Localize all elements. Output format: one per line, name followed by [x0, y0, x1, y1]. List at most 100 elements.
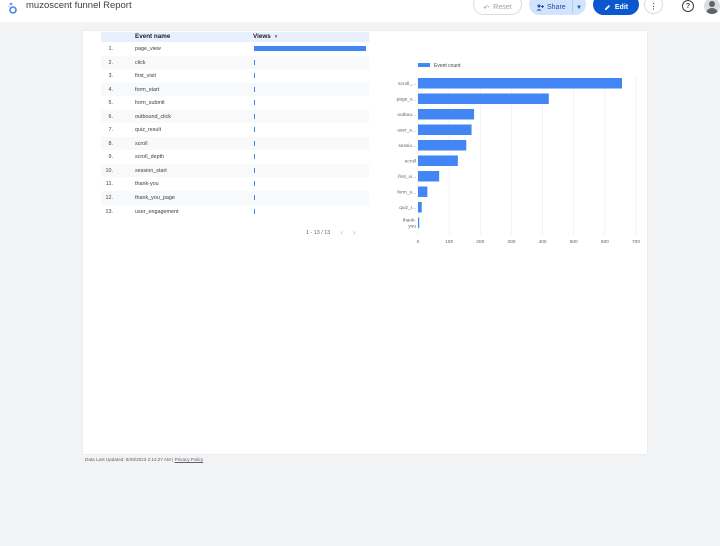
- bar: [418, 171, 440, 182]
- last-updated-text: Data Last Updated: 8/28/2023 2:14:27 AM: [85, 457, 171, 462]
- table-row[interactable]: 3. first_visit: [101, 69, 369, 83]
- category-label: quiz_r...: [399, 205, 416, 211]
- views-bar: [254, 113, 256, 119]
- event-name-cell: outbound_click: [135, 113, 171, 120]
- table-row[interactable]: 6. outbound_click: [101, 109, 369, 124]
- row-index: 12.: [105, 195, 114, 202]
- views-bar: [254, 127, 256, 133]
- x-tick-label: 500: [570, 239, 578, 245]
- bar: [418, 124, 472, 135]
- x-tick-label: 200: [476, 239, 484, 245]
- row-index: 6.: [108, 113, 114, 120]
- privacy-policy-link[interactable]: Privacy Policy: [175, 457, 204, 462]
- row-index: 5.: [108, 100, 114, 107]
- event-name-cell: first_visit: [135, 73, 156, 80]
- row-index: 1.: [108, 46, 114, 52]
- table-row[interactable]: 10. session_start: [101, 163, 369, 178]
- bar: [418, 93, 549, 104]
- table-row[interactable]: 1. page_view: [101, 42, 369, 56]
- share-button[interactable]: Share ▼: [529, 0, 586, 15]
- table-header: Event name Views ▼: [101, 32, 369, 42]
- bar: [418, 78, 622, 89]
- category-label: first_vi...: [398, 174, 416, 180]
- event-name-cell: page_view: [135, 46, 161, 52]
- bar: [418, 140, 467, 151]
- category-label: page_v...: [397, 98, 416, 103]
- sort-descending-icon: ▼: [273, 34, 279, 39]
- views-bar: [254, 154, 256, 160]
- event-name-cell: session_start: [135, 167, 167, 174]
- bar: [418, 186, 428, 197]
- views-bar: [254, 46, 366, 51]
- event-name-cell: form_start: [135, 86, 160, 93]
- legend-swatch: [418, 63, 430, 67]
- event-name-cell: thank_you_page: [135, 195, 175, 202]
- event-name-cell: quiz_result: [135, 127, 162, 134]
- views-bar: [254, 100, 256, 106]
- row-index: 7.: [108, 127, 114, 134]
- row-index: 8.: [108, 140, 114, 147]
- views-bar: [254, 181, 256, 187]
- row-index: 13.: [105, 208, 114, 215]
- category-label: form_s...: [397, 190, 416, 196]
- views-bar: [254, 73, 256, 79]
- previous-page-icon[interactable]: ‹: [340, 229, 343, 237]
- chart-svg: Event count 0 100 200 300 400 500 600 700 scroll_…: [397, 63, 640, 245]
- next-page-icon[interactable]: ›: [353, 229, 356, 237]
- table-row[interactable]: 11. thank-you: [101, 177, 369, 191]
- event-name-cell: click: [135, 59, 146, 66]
- table-row[interactable]: 4. form_start: [101, 82, 369, 97]
- x-tick-label: 600: [601, 239, 609, 245]
- views-bar: [254, 208, 256, 214]
- bar: [418, 217, 420, 228]
- row-index: 11.: [105, 181, 113, 188]
- add-person-icon: [536, 4, 544, 11]
- event-name-cell: scroll: [135, 140, 148, 147]
- views-bar: [254, 140, 256, 146]
- table-row[interactable]: 8. scroll: [101, 136, 369, 151]
- event-name-cell: user_engagement: [135, 208, 179, 215]
- row-index: 2.: [108, 59, 114, 66]
- x-tick-label: 700: [632, 239, 640, 245]
- views-bar: [254, 167, 256, 173]
- x-tick-label: 400: [539, 239, 547, 245]
- category-label: sessio...: [398, 143, 416, 149]
- row-index: 10.: [105, 167, 114, 174]
- column-header-event-name[interactable]: Event name: [135, 33, 170, 40]
- views-bar: [254, 195, 256, 201]
- row-index: 9.: [108, 154, 114, 161]
- table-body: 1. page_view 2. click 3. first_visit 4. form_st…: [101, 42, 369, 218]
- views-bar: [254, 59, 256, 65]
- event-name-cell: scroll_depth: [135, 154, 165, 161]
- pagination: 1 - 13 / 13 ‹ ›: [306, 229, 356, 237]
- event-name-cell: thank-you: [135, 181, 159, 188]
- table-row[interactable]: 12. thank_you_page: [101, 191, 369, 205]
- event-count-bar-chart: Event count 0 100 200 300 400 500 600 700 scroll_…: [383, 56, 647, 256]
- report-title[interactable]: muzoscent funnel Report: [26, 0, 132, 12]
- edit-button[interactable]: Edit: [593, 0, 639, 15]
- event-name-cell: form_submit: [135, 100, 165, 107]
- x-tick-label: 100: [445, 239, 453, 245]
- share-dropdown-chevron-icon[interactable]: ▼: [576, 5, 582, 11]
- category-label: user_e...: [397, 128, 416, 134]
- category-label: outbou...: [397, 112, 416, 118]
- events-table: Event name Views ▼ 1. page_view 2. click 3. fi…: [101, 32, 369, 218]
- legend-label: Event count: [434, 63, 461, 69]
- table-row[interactable]: 5. form_submit: [101, 96, 369, 110]
- table-row[interactable]: 9. scroll_depth: [101, 150, 369, 164]
- more-options-icon[interactable]: ⋮: [644, 0, 663, 14]
- help-icon[interactable]: ?: [682, 0, 694, 12]
- x-tick-label: 300: [507, 239, 515, 245]
- category-label: thank-: [403, 218, 417, 224]
- table-row[interactable]: 13. user_engagement: [101, 205, 369, 219]
- looker-studio-logo-icon: [8, 2, 17, 14]
- bar: [418, 202, 422, 213]
- column-header-views[interactable]: Views ▼: [253, 33, 278, 40]
- table-row[interactable]: 2. click: [101, 55, 369, 70]
- reset-button[interactable]: ↶ Reset: [473, 0, 522, 15]
- bar: [418, 155, 458, 166]
- avatar[interactable]: [704, 0, 720, 14]
- table-row[interactable]: 7. quiz_result: [101, 123, 369, 137]
- x-tick-label: 0: [417, 239, 420, 245]
- pencil-icon: [604, 5, 610, 10]
